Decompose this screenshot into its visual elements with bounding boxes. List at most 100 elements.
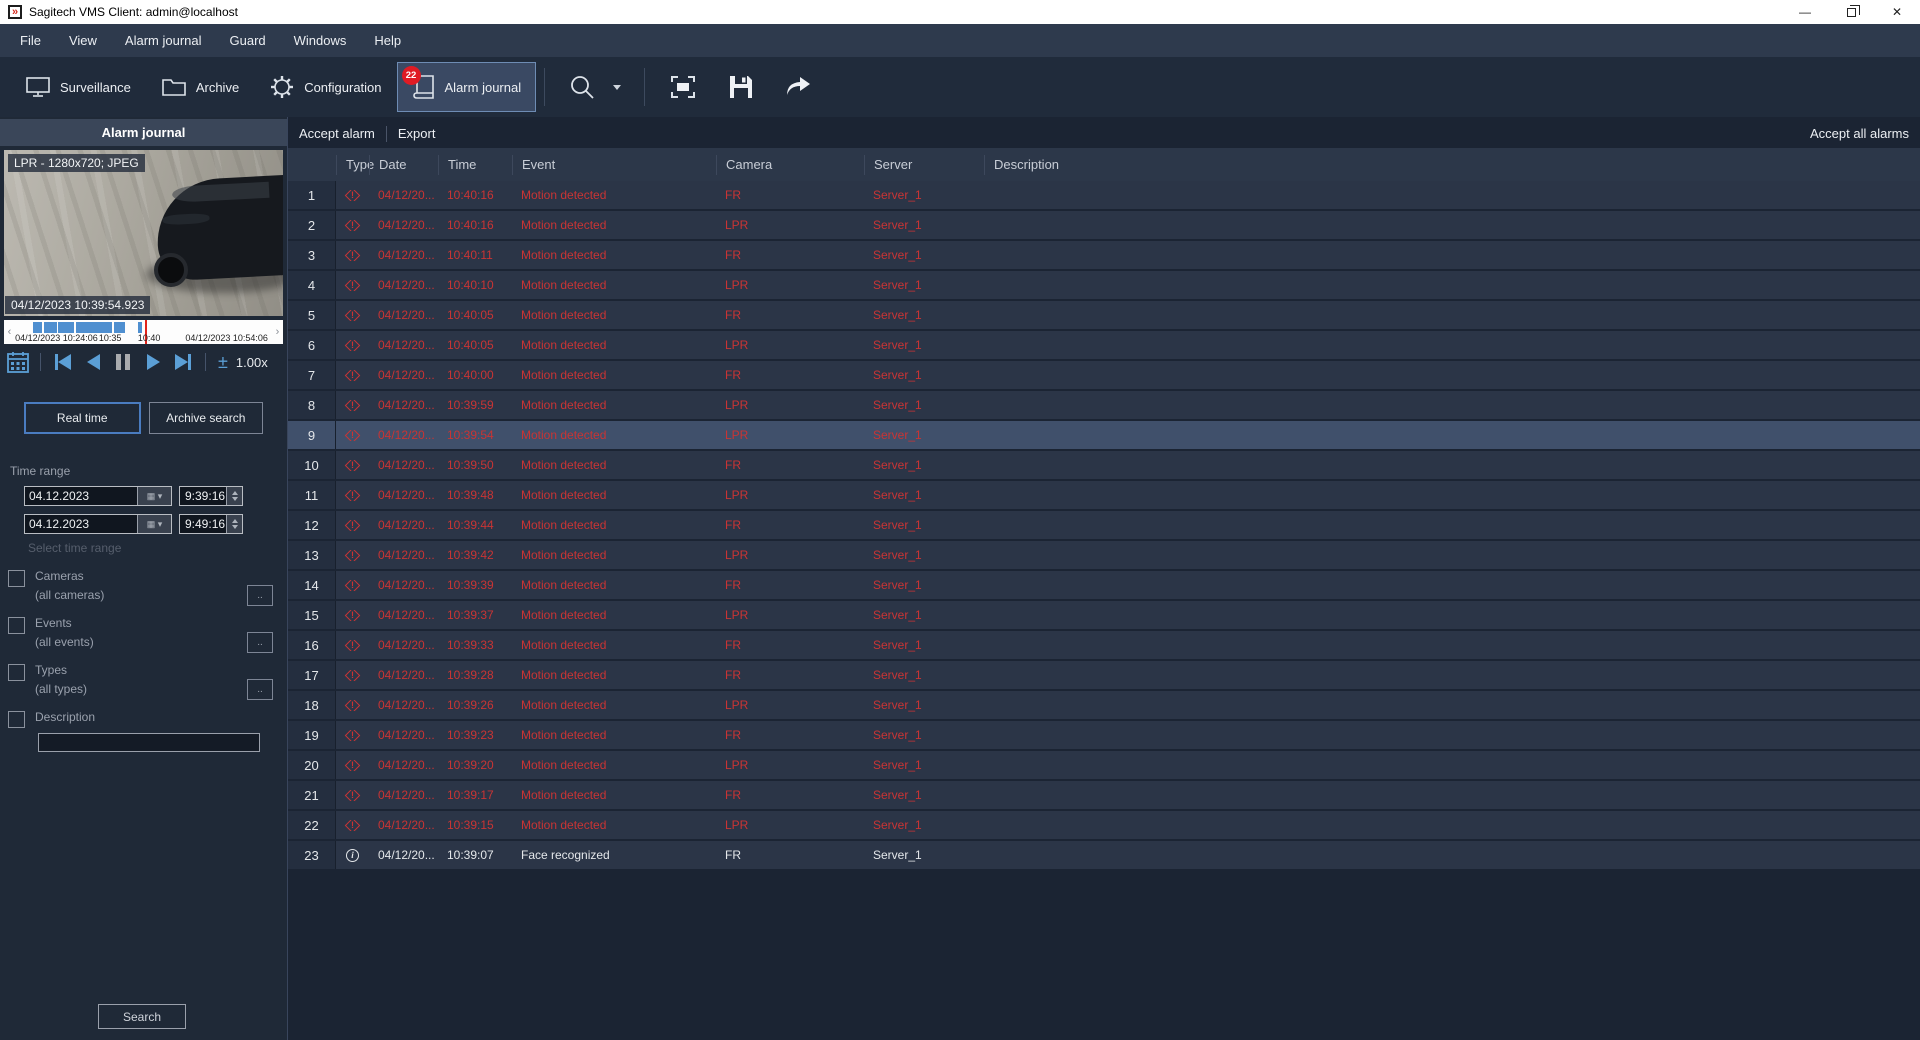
table-row[interactable]: 21! 04/12/20... 10:39:17 Motion detected FR S…: [288, 781, 1920, 811]
timeline-scroll-right-icon[interactable]: ›: [272, 320, 283, 344]
configuration-button[interactable]: Configuration: [254, 62, 396, 112]
cameras-more-button[interactable]: ..: [247, 585, 273, 606]
alarm-count-badge: 22: [401, 66, 421, 85]
table-row[interactable]: 20! 04/12/20... 10:39:20 Motion detected LPR…: [288, 751, 1920, 781]
table-row[interactable]: 8! 04/12/20... 10:39:59 Motion detected LPR S…: [288, 391, 1920, 421]
skip-to-end-button[interactable]: [171, 351, 195, 373]
types-more-button[interactable]: ..: [247, 679, 273, 700]
column-header-index[interactable]: [288, 155, 336, 175]
cameras-checkbox[interactable]: [8, 570, 25, 587]
table-row[interactable]: 2! 04/12/20... 10:40:16 Motion detected LPR S…: [288, 211, 1920, 241]
table-row[interactable]: 19! 04/12/20... 10:39:23 Motion detected FR S…: [288, 721, 1920, 751]
step-back-button[interactable]: [81, 351, 105, 373]
camera-cell: FR: [725, 188, 741, 202]
tab-archive-search[interactable]: Archive search: [148, 402, 263, 434]
skip-to-start-button[interactable]: [51, 351, 75, 373]
camera-cell: LPR: [725, 278, 749, 292]
search-tool-button[interactable]: [553, 62, 636, 112]
table-row[interactable]: 13! 04/12/20... 10:39:42 Motion detected LPR…: [288, 541, 1920, 571]
export-button[interactable]: Export: [387, 119, 447, 148]
column-header-description[interactable]: Description: [984, 154, 1920, 175]
save-button[interactable]: [713, 62, 769, 112]
archive-button[interactable]: Archive: [146, 62, 254, 112]
time-to-input[interactable]: 9:49:16: [179, 514, 243, 534]
table-row[interactable]: 12! 04/12/20... 10:39:44 Motion detected FR S…: [288, 511, 1920, 541]
table-row[interactable]: 23 i 04/12/20... 10:39:07 Face recognized FR S…: [288, 841, 1920, 871]
column-header-camera[interactable]: Camera: [716, 154, 864, 175]
playback-speed-icon[interactable]: ±: [218, 353, 228, 371]
server-cell: Server_1: [873, 218, 922, 232]
time-cell: 10:39:59: [447, 398, 494, 412]
description-input[interactable]: [38, 733, 260, 752]
row-number: 4: [288, 271, 336, 299]
types-checkbox[interactable]: [8, 664, 25, 681]
table-row[interactable]: 18! 04/12/20... 10:39:26 Motion detected LPR…: [288, 691, 1920, 721]
date-picker-dropdown-icon[interactable]: ▦ ▾: [137, 487, 171, 505]
camera-cell: FR: [725, 848, 741, 862]
table-row[interactable]: 11! 04/12/20... 10:39:48 Motion detected LPR…: [288, 481, 1920, 511]
alarm-journal-button[interactable]: 22 Alarm journal: [396, 62, 537, 112]
column-header-date[interactable]: Date: [369, 154, 438, 175]
timeline-end-label: 04/12/2023 10:54:06: [185, 333, 268, 343]
column-header-event[interactable]: Event: [512, 154, 716, 175]
date-picker-dropdown-icon[interactable]: ▦ ▾: [137, 515, 171, 533]
time-from-spinner[interactable]: [226, 487, 242, 505]
search-button[interactable]: Search: [98, 1004, 186, 1029]
table-row[interactable]: 5! 04/12/20... 10:40:05 Motion detected FR Se…: [288, 301, 1920, 331]
table-row[interactable]: 9! 04/12/20... 10:39:54 Motion detected LPR S…: [288, 421, 1920, 451]
minimize-button[interactable]: —: [1782, 0, 1828, 24]
share-button[interactable]: [769, 62, 827, 112]
table-row[interactable]: 16! 04/12/20... 10:39:33 Motion detected FR S…: [288, 631, 1920, 661]
date-from-input[interactable]: 04.12.2023 ▦ ▾: [24, 486, 172, 506]
row-number: 15: [288, 601, 336, 629]
fullscreen-button[interactable]: [653, 62, 713, 112]
event-cell: Motion detected: [521, 338, 607, 352]
video-preview[interactable]: LPR - 1280x720; JPEG 04/12/2023 10:39:54…: [4, 150, 283, 316]
table-row[interactable]: 10! 04/12/20... 10:39:50 Motion detected FR S…: [288, 451, 1920, 481]
camera-cell: FR: [725, 248, 741, 262]
column-header-time[interactable]: Time: [438, 154, 512, 175]
table-row[interactable]: 22! 04/12/20... 10:39:15 Motion detected LPR…: [288, 811, 1920, 841]
search-dropdown-caret-icon[interactable]: [613, 84, 622, 90]
menu-view[interactable]: View: [55, 24, 111, 57]
time-from-input[interactable]: 9:39:16: [179, 486, 243, 506]
menu-alarm-journal[interactable]: Alarm journal: [111, 24, 216, 57]
menu-file[interactable]: File: [6, 24, 55, 57]
accept-all-alarms-button[interactable]: Accept all alarms: [1810, 126, 1920, 141]
alarm-type-icon: !: [344, 429, 361, 441]
accept-alarm-button[interactable]: Accept alarm: [288, 119, 386, 148]
table-row[interactable]: 1! 04/12/20... 10:40:16 Motion detected FR Se…: [288, 181, 1920, 211]
type-cell: !: [336, 819, 369, 831]
description-checkbox[interactable]: [8, 711, 25, 728]
timeline-scroll-left-icon[interactable]: ‹: [4, 320, 15, 344]
time-to-spinner[interactable]: [226, 515, 242, 533]
surveillance-button[interactable]: Surveillance: [10, 62, 146, 112]
timeline-scrubber[interactable]: ‹ › 04/12/2023 10:24:06 10:35 10:40 04/1…: [4, 320, 283, 344]
menu-guard[interactable]: Guard: [216, 24, 280, 57]
calendar-icon[interactable]: [6, 350, 30, 374]
table-row[interactable]: 17! 04/12/20... 10:39:28 Motion detected FR S…: [288, 661, 1920, 691]
date-cell: 04/12/20...: [378, 638, 435, 652]
play-button[interactable]: [141, 351, 165, 373]
menu-help[interactable]: Help: [360, 24, 415, 57]
row-number: 3: [288, 241, 336, 269]
close-button[interactable]: ✕: [1874, 0, 1920, 24]
events-checkbox[interactable]: [8, 617, 25, 634]
server-cell: Server_1: [873, 308, 922, 322]
table-row[interactable]: 3! 04/12/20... 10:40:11 Motion detected FR Se…: [288, 241, 1920, 271]
restore-button[interactable]: [1828, 0, 1874, 24]
table-row[interactable]: 15! 04/12/20... 10:39:37 Motion detected LPR…: [288, 601, 1920, 631]
table-row[interactable]: 6! 04/12/20... 10:40:05 Motion detected LPR S…: [288, 331, 1920, 361]
tab-real-time[interactable]: Real time: [24, 402, 141, 434]
column-header-type[interactable]: Type: [336, 154, 374, 175]
date-to-input[interactable]: 04.12.2023 ▦ ▾: [24, 514, 172, 534]
events-more-button[interactable]: ..: [247, 632, 273, 653]
table-row[interactable]: 14! 04/12/20... 10:39:39 Motion detected FR S…: [288, 571, 1920, 601]
table-row[interactable]: 7! 04/12/20... 10:40:00 Motion detected FR Se…: [288, 361, 1920, 391]
pause-button[interactable]: [111, 351, 135, 373]
column-header-server[interactable]: Server: [864, 154, 984, 175]
date-cell: 04/12/20...: [378, 428, 435, 442]
server-cell: Server_1: [873, 548, 922, 562]
table-row[interactable]: 4! 04/12/20... 10:40:10 Motion detected LPR S…: [288, 271, 1920, 301]
menu-windows[interactable]: Windows: [280, 24, 361, 57]
